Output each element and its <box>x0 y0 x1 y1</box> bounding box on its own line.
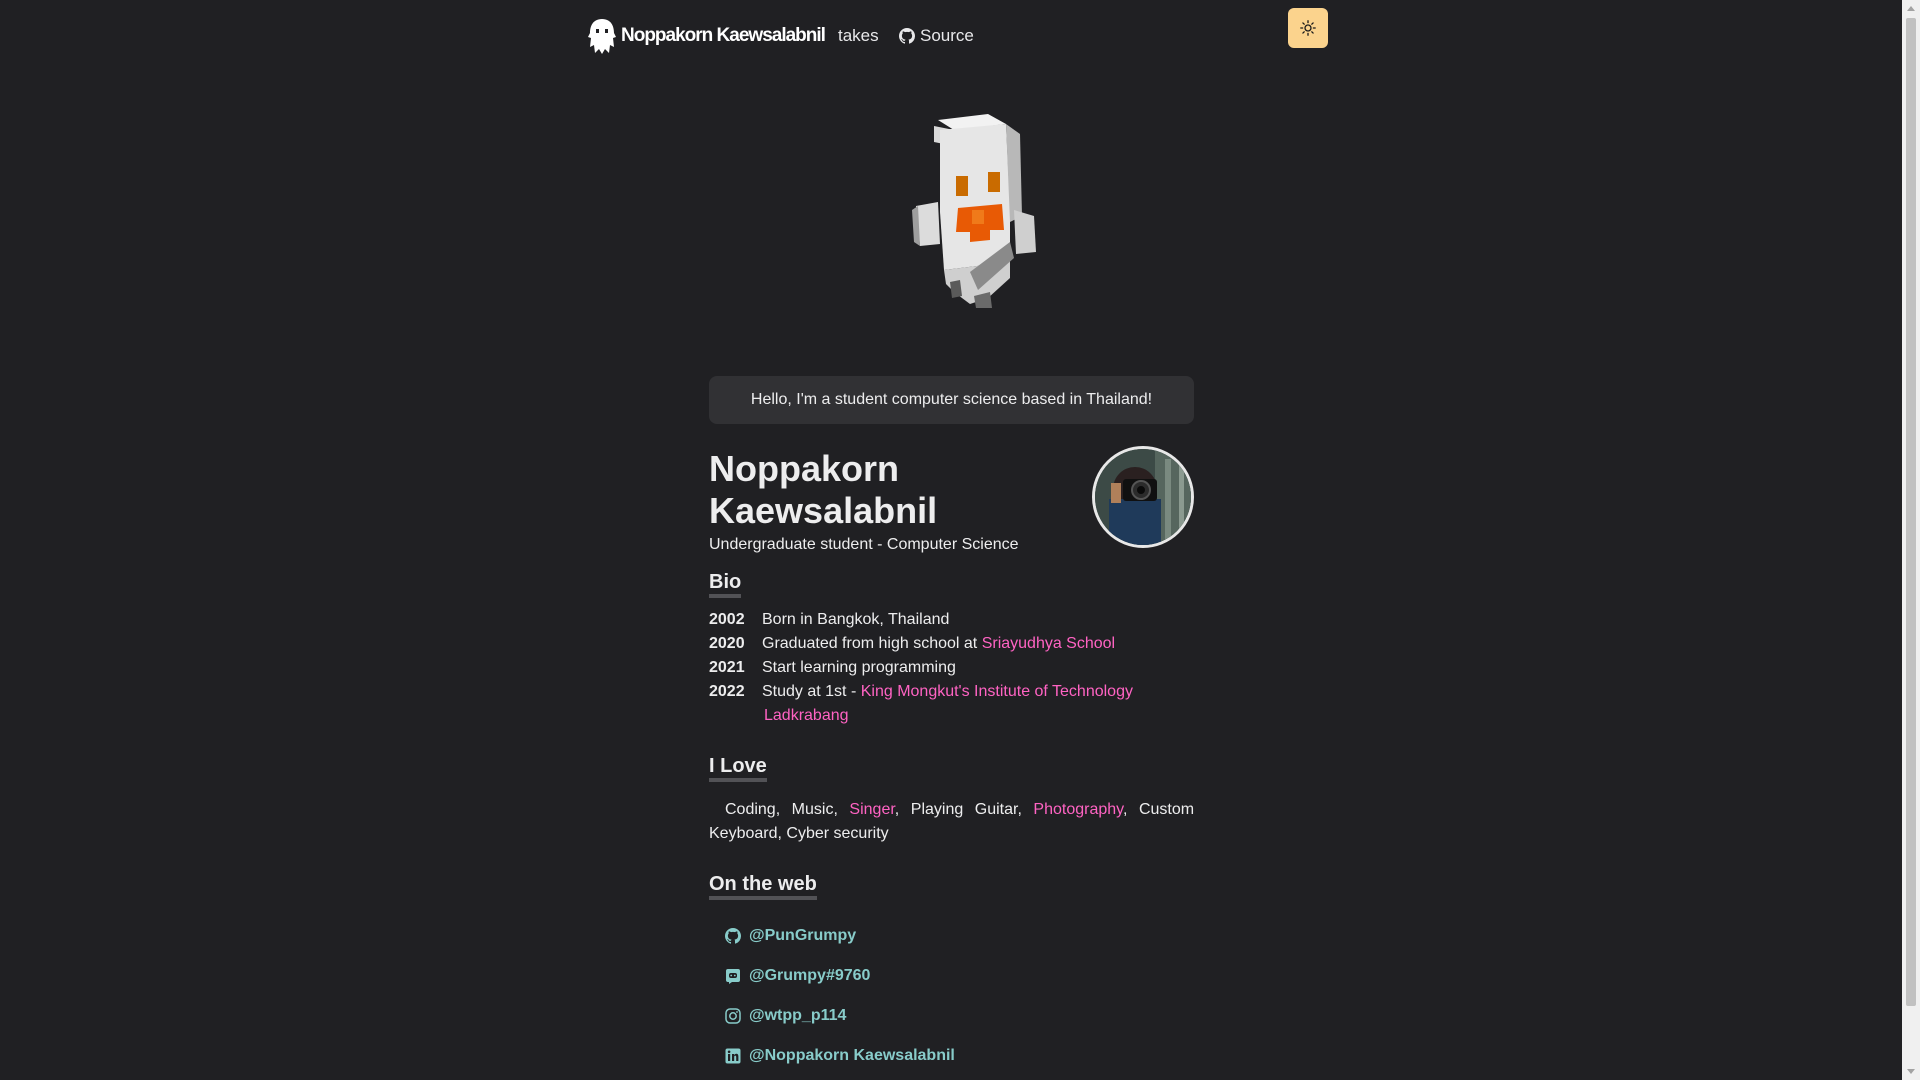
social-link-label: @wtpp_p114 <box>749 1007 847 1024</box>
bio-year: 2021 <box>709 659 745 676</box>
love-item-singer-link[interactable]: Singer <box>849 801 894 818</box>
link-kmitl-continued[interactable]: Ladkrabang <box>762 707 849 724</box>
social-link-github[interactable]: @PunGrumpy <box>709 916 1194 956</box>
social-links: @PunGrumpy @Grumpy#9760 @wtpp_p114 @Nopp… <box>709 916 1194 1076</box>
page-scrollbar[interactable] <box>1902 0 1920 1080</box>
social-link-instagram[interactable]: @wtpp_p114 <box>709 996 1194 1036</box>
bio-year: 2020 <box>709 635 745 652</box>
brand-logo-link[interactable]: Noppakorn Kaewsalabnil <box>585 14 826 58</box>
scroll-down-arrow-icon[interactable] <box>1907 1069 1915 1074</box>
discord-icon <box>726 969 740 984</box>
love-item: Playing Guitar <box>910 801 1018 818</box>
social-link-linkedin[interactable]: @Noppakorn Kaewsalabnil <box>709 1036 1194 1076</box>
bio-heading: Bio <box>709 570 742 598</box>
scroll-up-arrow-icon[interactable] <box>1907 6 1915 11</box>
theme-toggle-button[interactable] <box>1288 8 1328 48</box>
bio-entry: 2002 Born in Bangkok, Thailand <box>709 608 1194 632</box>
love-list: Coding, Music, Singer, Playing Guitar, P… <box>709 801 1195 842</box>
bio-year: 2002 <box>709 611 745 628</box>
bio-year: 2022 <box>709 683 745 700</box>
main-content: Hello, I'm a student computer science ba… <box>709 376 1194 1076</box>
love-item: Coding <box>725 801 776 818</box>
love-item: Cyber security <box>786 825 889 842</box>
social-link-label: @Grumpy#9760 <box>749 967 871 984</box>
social-link-label: @PunGrumpy <box>749 927 857 944</box>
love-item: Music <box>791 801 834 818</box>
avatar-photo <box>1095 449 1191 545</box>
ghost-logo-icon <box>588 19 616 54</box>
linkedin-icon <box>725 1048 741 1064</box>
nav-link-source[interactable]: Source <box>899 26 974 46</box>
instagram-icon <box>725 1008 741 1024</box>
profile-name: Noppakorn Kaewsalabnil <box>709 448 938 531</box>
nav-link-takes[interactable]: takes <box>838 26 879 46</box>
github-icon <box>899 28 915 44</box>
love-item-photography-link[interactable]: Photography <box>1033 801 1123 818</box>
github-icon <box>725 928 741 944</box>
bio-text: Born in Bangkok, Thailand <box>762 611 950 628</box>
profile-header: Noppakorn Kaewsalabnil Undergraduate stu… <box>709 446 1194 556</box>
bio-text: Start learning programming <box>762 659 956 676</box>
bio-entry: 2021 Start learning programming <box>709 656 1194 680</box>
scroll-thumb[interactable] <box>1906 18 1916 1006</box>
sun-icon <box>1300 20 1316 36</box>
bio-text: Graduated from high school at <box>762 635 982 652</box>
avatar <box>1092 446 1194 548</box>
brand-name: Noppakorn Kaewsalabnil <box>621 25 826 46</box>
bio-entry: 2020 Graduated from high school at Sriay… <box>709 632 1194 656</box>
nav-link-source-label: Source <box>920 26 974 45</box>
intro-banner: Hello, I'm a student computer science ba… <box>709 376 1194 424</box>
social-link-label: @Noppakorn Kaewsalabnil <box>749 1047 955 1064</box>
social-link-discord[interactable]: @Grumpy#9760 <box>709 956 1194 996</box>
navbar: Noppakorn Kaewsalabnil takes Source <box>0 0 1902 74</box>
link-kmitl[interactable]: King Mongkut's Institute of Technology <box>861 683 1133 700</box>
love-heading: I Love <box>709 754 767 782</box>
web-heading: On the web <box>709 872 817 900</box>
link-sriayudhya-school[interactable]: Sriayudhya School <box>982 635 1115 652</box>
voxel-ghost-model[interactable] <box>910 112 1042 308</box>
bio-entry: 2022 Study at 1st - King Mongkut's Insti… <box>709 680 1194 728</box>
bio-list: 2002 Born in Bangkok, Thailand 2020 Grad… <box>709 608 1194 728</box>
bio-text: Study at 1st - <box>762 683 861 700</box>
